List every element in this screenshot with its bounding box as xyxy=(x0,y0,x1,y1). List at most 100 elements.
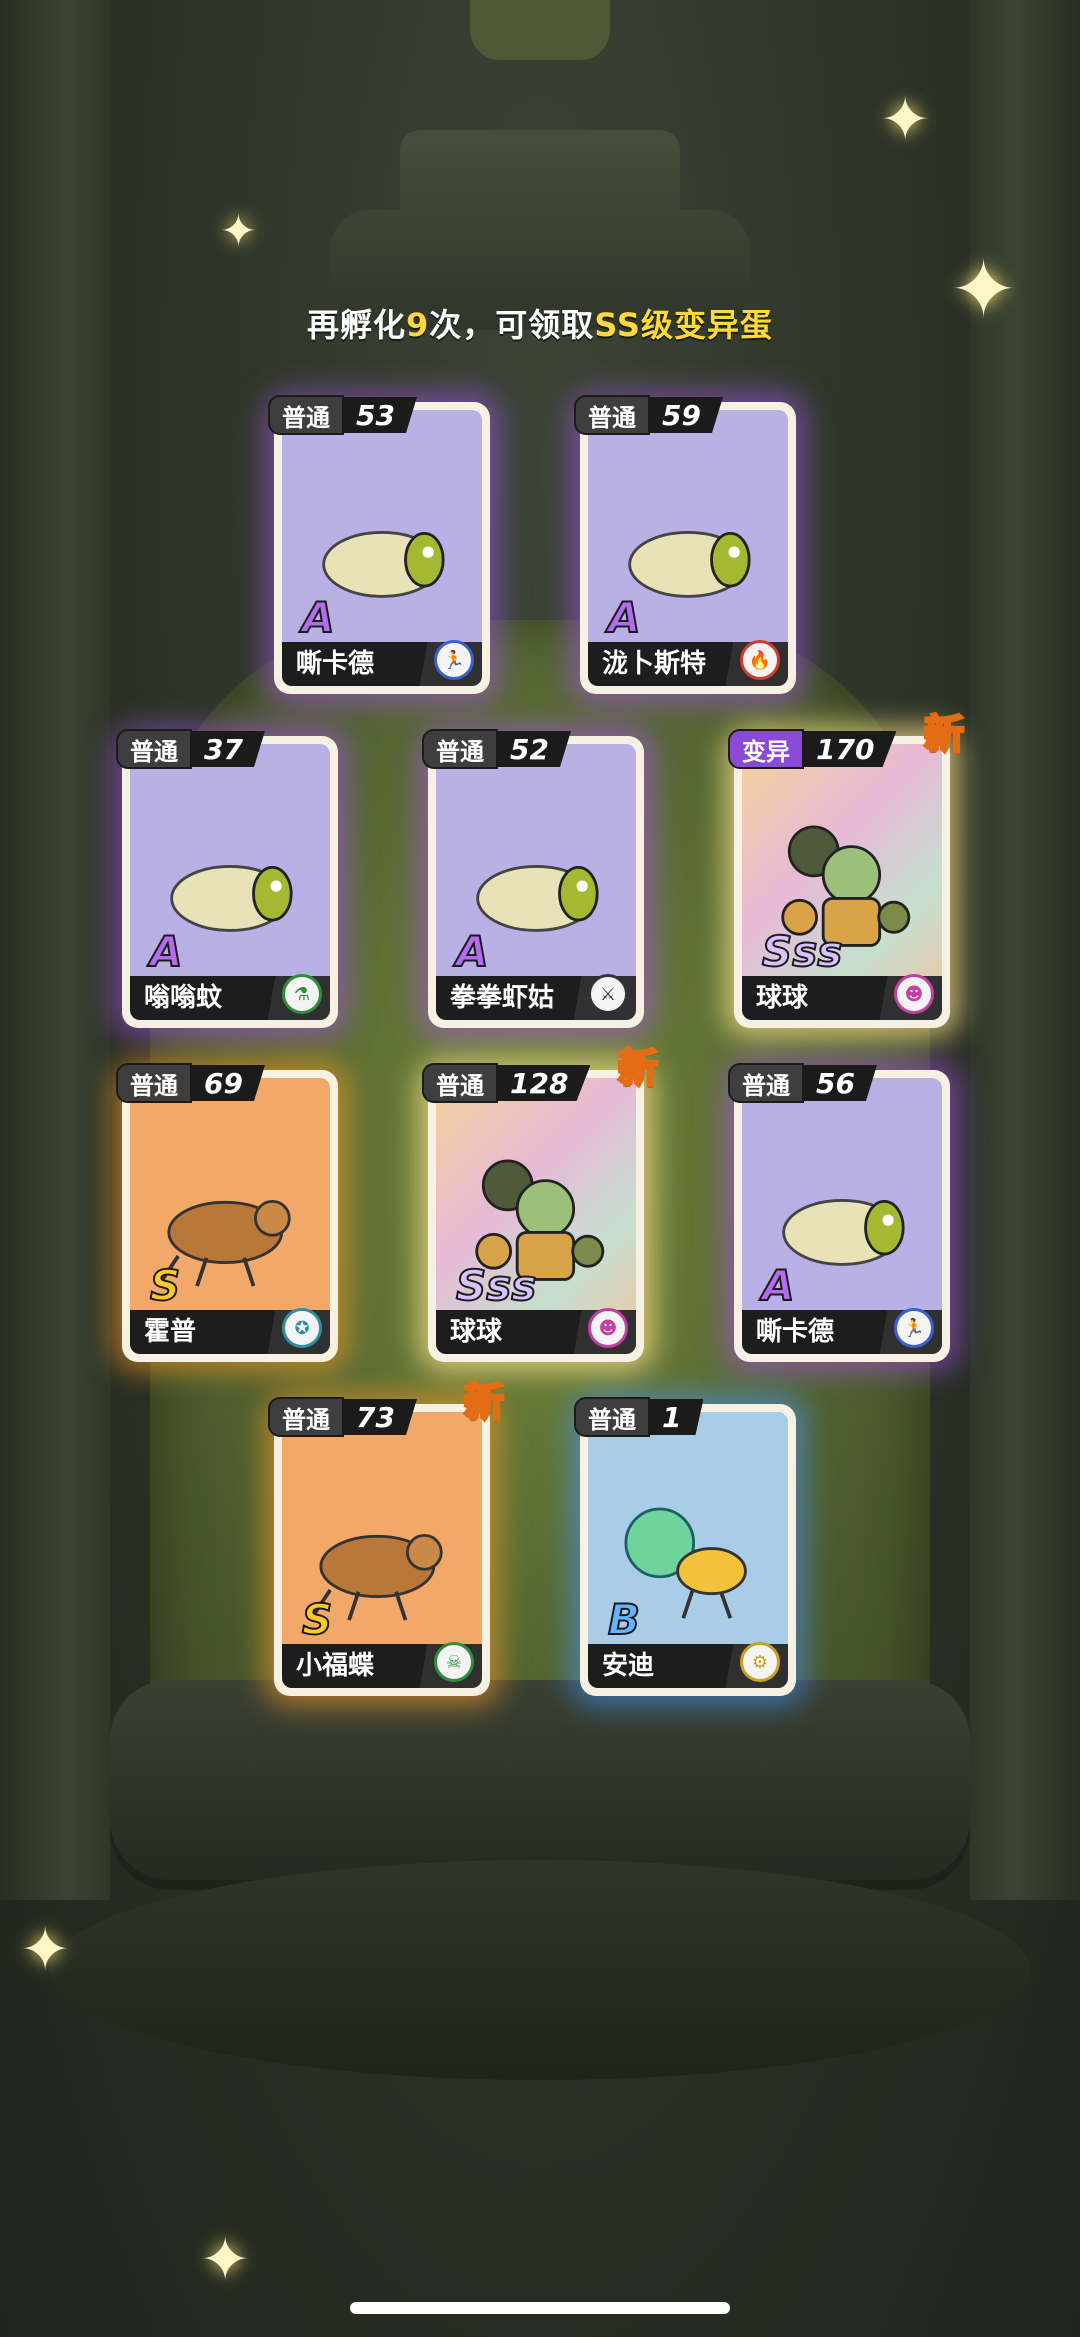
creature-name: 霍普 xyxy=(144,1317,197,1347)
grade-label: B xyxy=(607,1594,641,1645)
card-tag: 普通 69 xyxy=(116,1063,265,1103)
rarity-label: 变异 xyxy=(728,729,804,769)
card-footer: 球球 ☻ xyxy=(436,1308,636,1354)
grade-label: Sss xyxy=(761,926,843,977)
rarity-label: 普通 xyxy=(268,1397,344,1437)
card-art: B 安迪 ⚙ xyxy=(588,1412,788,1688)
card-tag: 普通 56 xyxy=(728,1063,877,1103)
level-label: 53 xyxy=(344,397,417,433)
card-art: S 霍普 ✪ xyxy=(130,1078,330,1354)
level-label: 170 xyxy=(804,731,897,767)
creature-name: 拳拳虾姑 xyxy=(450,983,555,1013)
card-art: Sss 球球 ☻ xyxy=(742,744,942,1020)
rarity-label: 普通 xyxy=(574,395,650,435)
sword-icon: ⚔ xyxy=(588,974,628,1014)
sparkle-icon: ✦ xyxy=(20,1915,71,1985)
creature-name: 嘶卡德 xyxy=(296,649,375,679)
card-art: A 嘶卡德 🏃 xyxy=(282,410,482,686)
card-tag: 普通 59 xyxy=(574,395,723,435)
card-tag: 普通 1 xyxy=(574,1397,704,1437)
card-footer: 嘶卡德 🏃 xyxy=(282,640,482,686)
creature-card[interactable]: B 安迪 ⚙ 普通 1 xyxy=(574,1397,796,1696)
card-tag: 普通 53 xyxy=(268,395,417,435)
runner-icon: 🏃 xyxy=(894,1308,934,1348)
card-footer: 球球 ☻ xyxy=(742,974,942,1020)
creature-name: 安迪 xyxy=(602,1651,655,1681)
mask-icon: ☻ xyxy=(588,1308,628,1348)
level-label: 37 xyxy=(192,731,265,767)
card-art: A 嗡嗡蚊 ⚗ xyxy=(130,744,330,1020)
creature-name: 小福蝶 xyxy=(296,1651,375,1681)
jar-base-upper xyxy=(110,1680,970,1880)
creature-name: 球球 xyxy=(450,1317,503,1347)
card-tag: 普通 73 xyxy=(268,1397,417,1437)
card-footer: 小福蝶 ☠ xyxy=(282,1642,482,1688)
sparkle-icon: ✦ xyxy=(220,206,257,257)
grade-label: A xyxy=(301,592,335,643)
creature-name: 球球 xyxy=(756,983,809,1013)
jar-cap xyxy=(470,0,610,60)
creature-card[interactable]: A 嘶卡德 🏃 普通 53 xyxy=(268,395,490,694)
card-footer: 嘶卡德 🏃 xyxy=(742,1308,942,1354)
mask-icon: ☻ xyxy=(894,974,934,1014)
card-tag: 普通 128 xyxy=(422,1063,591,1103)
rarity-label: 普通 xyxy=(574,1397,650,1437)
rarity-label: 普通 xyxy=(728,1063,804,1103)
level-label: 69 xyxy=(192,1065,265,1101)
creature-card[interactable]: S 小福蝶 ☠ 普通 73 新 xyxy=(268,1379,506,1696)
card-footer: 安迪 ⚙ xyxy=(588,1642,788,1688)
new-badge: 新 xyxy=(617,1045,660,1094)
skull-icon: ☠ xyxy=(434,1642,474,1682)
card-art: S 小福蝶 ☠ xyxy=(282,1412,482,1688)
creature-card[interactable]: A 嗡嗡蚊 ⚗ 普通 37 xyxy=(116,729,338,1028)
level-label: 1 xyxy=(650,1399,704,1435)
rarity-label: 普通 xyxy=(268,395,344,435)
hatch-progress-text: 再孵化9次，可领取SS级变异蛋 xyxy=(307,306,773,344)
card-tag: 普通 52 xyxy=(422,729,571,769)
grade-label: S xyxy=(301,1594,333,1645)
grade-label: A xyxy=(455,926,489,977)
creature-card[interactable]: A 嘶卡德 🏃 普通 56 xyxy=(728,1063,950,1362)
grade-label: Sss xyxy=(455,1260,537,1311)
home-indicator[interactable] xyxy=(350,2302,730,2314)
creature-card[interactable]: Sss 球球 ☻ 普通 128 新 xyxy=(422,1045,660,1362)
level-label: 73 xyxy=(344,1399,417,1435)
card-footer: 嗡嗡蚊 ⚗ xyxy=(130,974,330,1020)
fire-icon: 🔥 xyxy=(740,640,780,680)
creature-name: 嘶卡德 xyxy=(756,1317,835,1347)
jar-base-lower xyxy=(50,1860,1030,2080)
card-art: A 拳拳虾姑 ⚔ xyxy=(436,744,636,1020)
creature-card[interactable]: A 拳拳虾姑 ⚔ 普通 52 xyxy=(422,729,644,1028)
rarity-label: 普通 xyxy=(422,729,498,769)
card-footer: 拳拳虾姑 ⚔ xyxy=(436,974,636,1020)
card-footer: 霍普 ✪ xyxy=(130,1308,330,1354)
card-footer: 泷卜斯特 🔥 xyxy=(588,640,788,686)
grade-label: A xyxy=(149,926,183,977)
rarity-label: 普通 xyxy=(116,729,192,769)
grade-label: S xyxy=(149,1260,181,1311)
card-art: A 嘶卡德 🏃 xyxy=(742,1078,942,1354)
star-icon: ✪ xyxy=(282,1308,322,1348)
grade-label: A xyxy=(607,592,641,643)
left-wall xyxy=(0,0,110,1900)
card-art: A 泷卜斯特 🔥 xyxy=(588,410,788,686)
creature-name: 泷卜斯特 xyxy=(602,649,707,679)
new-badge: 新 xyxy=(463,1379,506,1428)
sparkle-icon: ✦ xyxy=(880,85,931,155)
level-label: 128 xyxy=(498,1065,591,1101)
level-label: 59 xyxy=(650,397,723,433)
sparkle-icon: ✦ xyxy=(200,2225,251,2295)
creature-card[interactable]: Sss 球球 ☻ 变异 170 新 xyxy=(728,711,966,1028)
new-badge: 新 xyxy=(923,711,966,760)
creature-card[interactable]: S 霍普 ✪ 普通 69 xyxy=(116,1063,338,1362)
grade-label: A xyxy=(761,1260,795,1311)
rarity-label: 普通 xyxy=(116,1063,192,1103)
rarity-label: 普通 xyxy=(422,1063,498,1103)
level-label: 56 xyxy=(804,1065,877,1101)
bottle-icon: ⚗ xyxy=(282,974,322,1014)
card-tag: 普通 37 xyxy=(116,729,265,769)
creature-card[interactable]: A 泷卜斯特 🔥 普通 59 xyxy=(574,395,796,694)
card-art: Sss 球球 ☻ xyxy=(436,1078,636,1354)
gear-icon: ⚙ xyxy=(740,1642,780,1682)
runner-icon: 🏃 xyxy=(434,640,474,680)
